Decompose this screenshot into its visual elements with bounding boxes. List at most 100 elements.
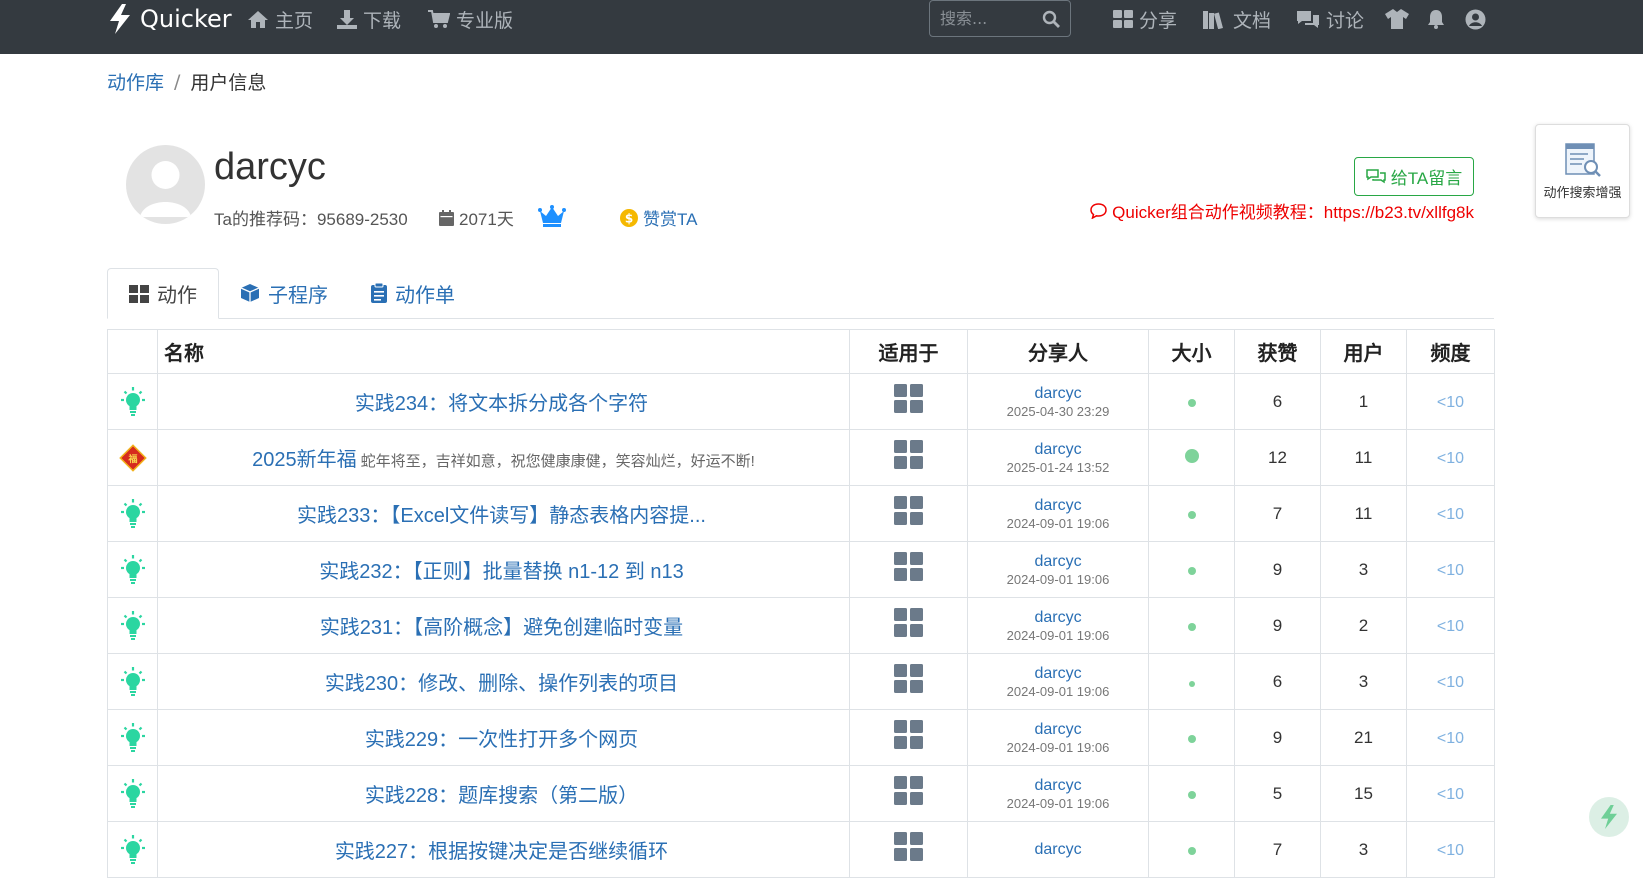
header-name[interactable]: 名称 <box>157 329 850 374</box>
action-title-link[interactable]: 实践230：修改、删除、操作列表的项目 <box>325 673 678 695</box>
action-title-link[interactable]: 实践234：将文本拆分成各个字符 <box>355 393 648 415</box>
lightbulb-icon <box>120 778 145 808</box>
nav-notifications[interactable] <box>1427 0 1445 38</box>
size-dot <box>1187 790 1196 799</box>
applies-to-cell <box>849 653 968 710</box>
actions-table: 名称 适用于 分享人 大小 获赞 用户 频度 实践234：将文本拆分成各个字符 d… <box>107 329 1495 878</box>
header-users[interactable]: 用户 <box>1320 329 1407 374</box>
users-cell: 1 <box>1320 373 1407 430</box>
comment-outline-icon <box>1090 202 1107 219</box>
sharer-link[interactable]: darcyc <box>968 840 1148 860</box>
action-name-cell: 实践230：修改、删除、操作列表的项目 <box>157 653 850 710</box>
action-name-cell: 实践231：【高阶概念】避免创建临时变量 <box>157 597 850 654</box>
avatar <box>126 145 205 224</box>
windows-grid-icon <box>893 384 923 413</box>
breadcrumb-library-link[interactable]: 动作库 <box>107 68 164 95</box>
svg-text:$: $ <box>625 211 633 225</box>
sharer-link[interactable]: darcyc <box>968 776 1148 796</box>
applies-to-cell <box>849 373 968 430</box>
frequency-cell: <10 <box>1406 765 1495 822</box>
action-title-link[interactable]: 实践233：【Excel文件读写】静态表格内容提... <box>297 505 706 527</box>
table-body: 实践234：将文本拆分成各个字符 darcyc 2025-04-30 23:29 6 1… <box>107 373 1495 878</box>
users-cell: 3 <box>1320 541 1407 598</box>
nav-discuss-label: 讨论 <box>1326 9 1365 32</box>
action-title-link[interactable]: 实践227：根据按键决定是否继续循环 <box>335 841 668 863</box>
size-dot <box>1184 448 1199 463</box>
lightbulb-icon <box>120 386 145 416</box>
nav-tshirt[interactable] <box>1385 0 1409 38</box>
header-size[interactable]: 大小 <box>1148 329 1235 374</box>
leave-message-button[interactable]: 给TA留言 <box>1354 157 1474 196</box>
sharer-link[interactable]: darcyc <box>968 552 1148 572</box>
action-title-link[interactable]: 2025新年福 <box>252 449 357 471</box>
share-date: 2024-09-01 19:06 <box>1006 683 1110 699</box>
sharer-link[interactable]: darcyc <box>968 384 1148 404</box>
header-applies-to[interactable]: 适用于 <box>849 329 968 374</box>
action-title-link[interactable]: 实践228：题库搜索（第二版） <box>365 785 638 807</box>
sharer-link[interactable]: darcyc <box>968 664 1148 684</box>
table-row[interactable]: 实践232：【正则】批量替换 n1-12 到 n13 darcyc 2024-09-… <box>107 541 1495 598</box>
table-row[interactable]: 实践234：将文本拆分成各个字符 darcyc 2025-04-30 23:29 6 1… <box>107 373 1495 430</box>
table-row[interactable]: 实践233：【Excel文件读写】静态表格内容提... darcyc 2024-09… <box>107 485 1495 542</box>
action-title-link[interactable]: 实践229：一次性打开多个网页 <box>365 729 638 751</box>
nav-user[interactable] <box>1465 0 1486 38</box>
windows-grid-icon <box>893 608 923 637</box>
nav-home[interactable]: 主页 <box>247 0 313 38</box>
coin-icon: $ <box>620 208 638 227</box>
table-row[interactable]: 实践227：根据按键决定是否继续循环 darcyc 7 3 <10 <box>107 821 1495 878</box>
frequency-cell: <10 <box>1406 373 1495 430</box>
action-title-link[interactable]: 实践232：【正则】批量替换 n1-12 到 n13 <box>319 561 684 583</box>
donate-link[interactable]: $ 赞赏TA <box>620 205 697 230</box>
header-frequency[interactable]: 频度 <box>1406 329 1495 374</box>
header-sharer[interactable]: 分享人 <box>967 329 1149 374</box>
tab-action-lists[interactable]: 动作单 <box>371 268 455 318</box>
search-input[interactable] <box>940 9 1030 28</box>
table-row[interactable]: 实践230：修改、删除、操作列表的项目 darcyc 2024-09-01 19:0… <box>107 653 1495 710</box>
lightbulb-icon <box>120 554 145 584</box>
users-cell: 15 <box>1320 765 1407 822</box>
table-row[interactable]: 实践229：一次性打开多个网页 darcyc 2024-09-01 19:06 9 21… <box>107 709 1495 766</box>
nav-docs[interactable]: 文档 <box>1203 0 1271 38</box>
action-name-cell: 实践229：一次性打开多个网页 <box>157 709 850 766</box>
applies-to-cell <box>849 765 968 822</box>
brand-logo[interactable]: Quicker <box>108 0 232 38</box>
nav-share[interactable]: 分享 <box>1113 0 1177 38</box>
lightbulb-icon <box>120 834 145 864</box>
frequency-value: <10 <box>1436 561 1465 579</box>
action-title-link[interactable]: 实践231：【高阶概念】避免创建临时变量 <box>320 617 683 639</box>
table-row[interactable]: 福 2025新年福 蛇年将至，吉祥如意，祝您健康康健，笑容灿烂，好运不断! darcy… <box>107 429 1495 486</box>
frequency-value: <10 <box>1436 393 1465 411</box>
size-cell <box>1148 541 1235 598</box>
table-row[interactable]: 实践231：【高阶概念】避免创建临时变量 darcyc 2024-09-01 19:… <box>107 597 1495 654</box>
sharer-cell: darcyc 2024-09-01 19:06 <box>967 485 1149 542</box>
header-likes[interactable]: 获赞 <box>1234 329 1321 374</box>
sharer-link[interactable]: darcyc <box>968 440 1148 460</box>
tab-actions[interactable]: 动作 <box>107 268 219 319</box>
nav-download[interactable]: 下载 <box>337 0 401 38</box>
search-enhance-widget[interactable]: 动作搜索增强 <box>1535 124 1630 218</box>
user-circle-icon <box>1465 9 1486 29</box>
sharer-link[interactable]: darcyc <box>968 496 1148 516</box>
table-row[interactable]: 实践228：题库搜索（第二版） darcyc 2024-09-01 19:06 5 15… <box>107 765 1495 822</box>
books-icon <box>1203 10 1223 29</box>
home-icon <box>248 10 268 28</box>
action-icon-cell <box>107 485 158 542</box>
action-icon-cell <box>107 821 158 878</box>
likes-cell: 12 <box>1234 429 1321 486</box>
action-name-cell: 实践227：根据按键决定是否继续循环 <box>157 821 850 878</box>
promo-link[interactable]: Quicker组合动作视频教程：https://b23.tv/xllfg8k <box>1090 198 1474 223</box>
search-icon[interactable] <box>1042 10 1060 28</box>
sharer-cell: darcyc 2025-04-30 23:29 <box>967 373 1149 430</box>
size-cell <box>1148 821 1235 878</box>
sharer-link[interactable]: darcyc <box>968 720 1148 740</box>
header-icon-col <box>107 329 158 374</box>
tab-subprograms[interactable]: 子程序 <box>240 268 328 318</box>
nav-discuss[interactable]: 讨论 <box>1296 0 1364 38</box>
floating-quicker-button[interactable] <box>1589 797 1629 837</box>
sharer-link[interactable]: darcyc <box>968 608 1148 628</box>
applies-to-cell <box>849 709 968 766</box>
action-icon-cell <box>107 373 158 430</box>
download-icon <box>337 9 357 29</box>
svg-text:福: 福 <box>127 453 137 465</box>
nav-pro[interactable]: 专业版 <box>428 0 513 38</box>
